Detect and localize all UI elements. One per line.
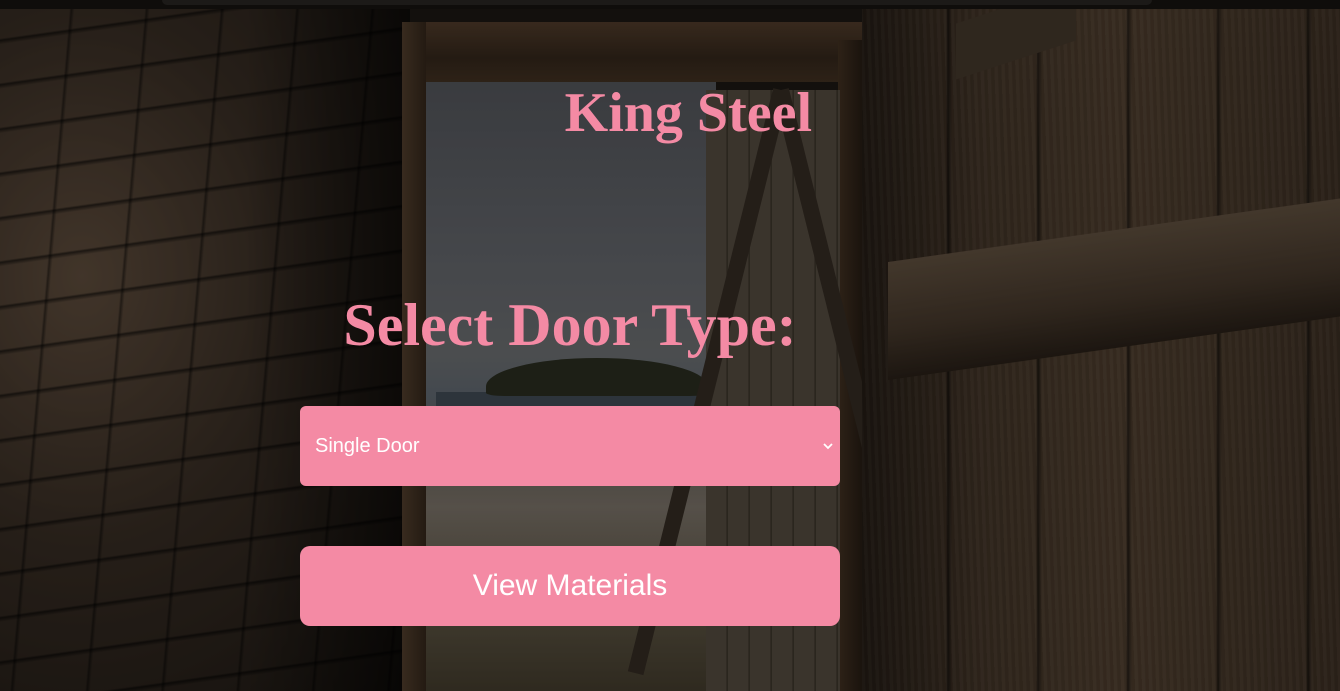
top-bar [0, 0, 1340, 9]
door-type-select[interactable]: Single Door [300, 406, 840, 486]
brand-title: King Steel [564, 82, 812, 144]
door-type-selected-value: Single Door [315, 434, 420, 457]
page-heading: Select Door Type: [343, 292, 797, 358]
view-materials-button[interactable]: View Materials [300, 546, 840, 626]
chevron-down-icon [820, 438, 836, 454]
